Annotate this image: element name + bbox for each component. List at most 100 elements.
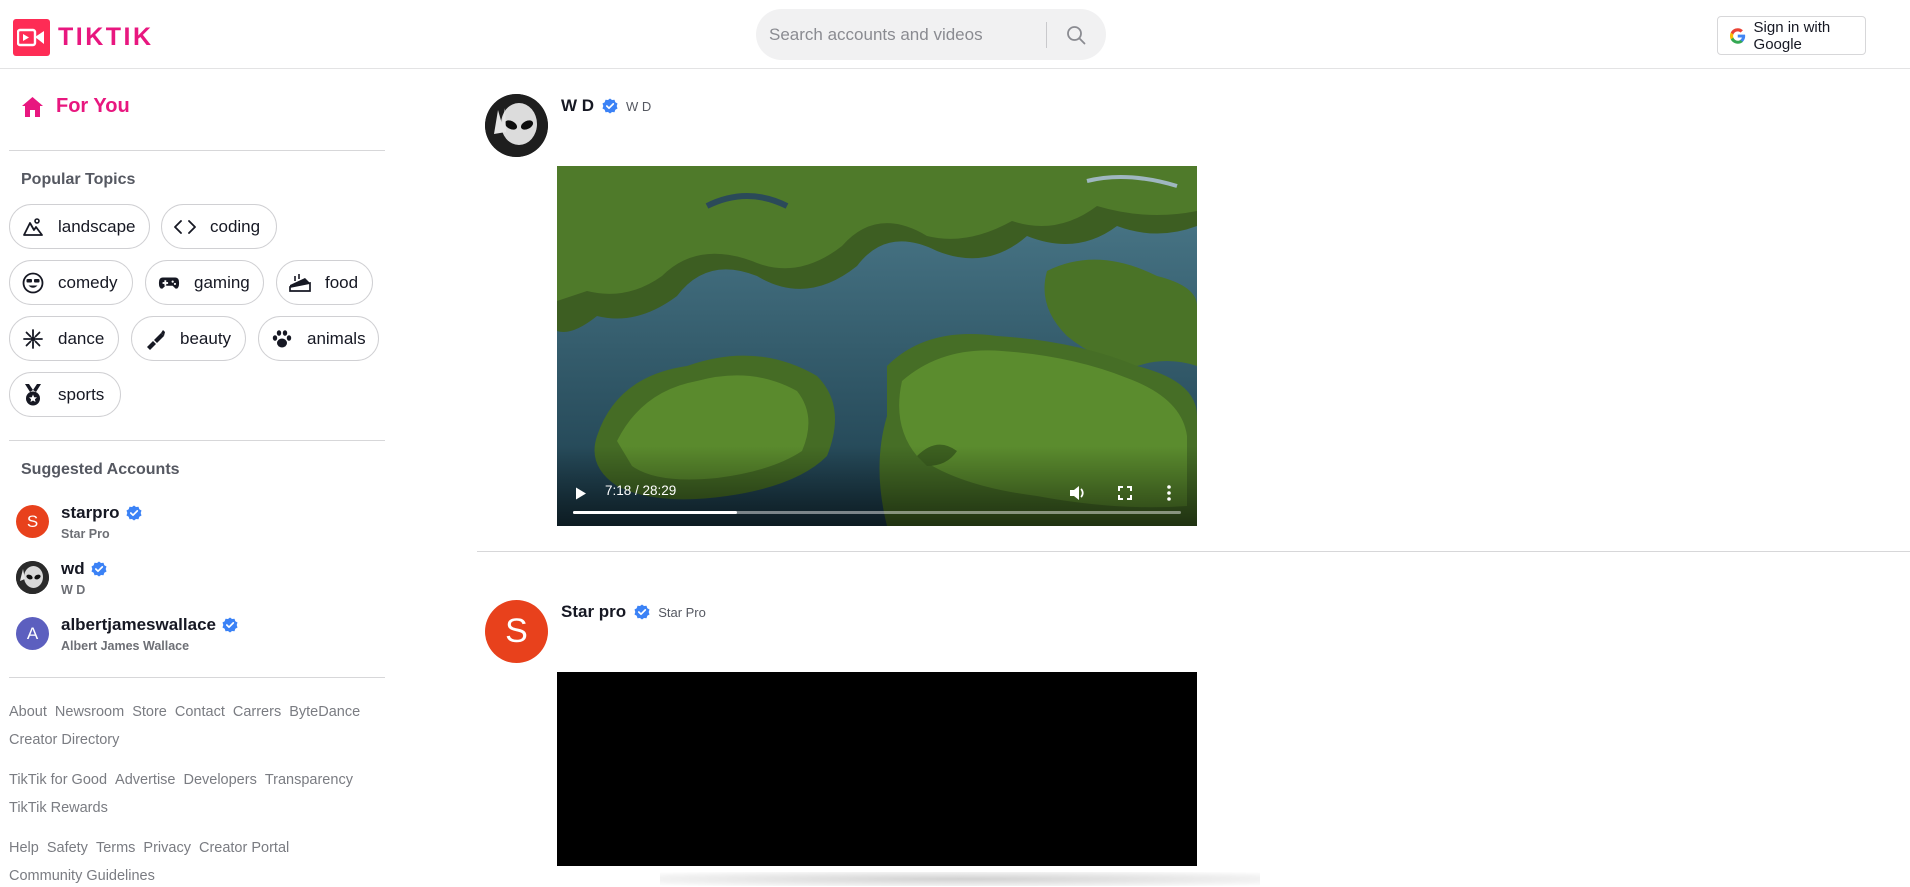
search-icon (1067, 25, 1086, 44)
avatar: A (16, 617, 49, 650)
search-input[interactable] (756, 9, 1046, 60)
suggested-account-albertjameswallace[interactable]: A albertjameswallace Albert James Wallac… (16, 615, 238, 653)
verified-icon (126, 505, 142, 521)
video-camera-icon (13, 19, 50, 56)
logo-text: TIKTIK (58, 23, 154, 51)
post-header-starpro: Star pro Star Pro (561, 602, 706, 622)
footer-link-about[interactable]: About (9, 701, 47, 723)
post-avatar-starpro[interactable]: S (485, 600, 548, 663)
for-you-label: For You (56, 95, 130, 117)
footer-link-store[interactable]: Store (132, 701, 167, 723)
sidebar-divider (9, 440, 385, 441)
post-display-name[interactable]: Star pro (561, 602, 626, 622)
footer-link-safety[interactable]: Safety (47, 837, 88, 859)
bottom-shadow (660, 872, 1260, 886)
footer-link-carrers[interactable]: Carrers (233, 701, 281, 723)
popular-topics-title: Popular Topics (21, 171, 136, 188)
video-time: 7:18 / 28:29 (605, 483, 677, 498)
topic-gaming[interactable]: gaming (145, 260, 264, 305)
topic-label: beauty (180, 328, 232, 348)
footer-link-creator-directory[interactable]: Creator Directory (9, 729, 119, 751)
topic-dance[interactable]: dance (9, 316, 119, 361)
video-progress-fill (573, 511, 738, 514)
tiktik-logo[interactable]: TIKTIK (13, 19, 154, 56)
suggested-accounts-title: Suggested Accounts (21, 461, 180, 478)
verified-icon (91, 561, 107, 577)
post-display-name[interactable]: W D (561, 96, 594, 116)
volume-icon[interactable] (1069, 485, 1087, 501)
avatar: S (16, 505, 49, 538)
search-button[interactable] (1047, 9, 1105, 60)
topic-label: dance (58, 328, 105, 348)
footer-link-advertise[interactable]: Advertise (115, 769, 175, 791)
fullscreen-icon[interactable] (1118, 486, 1132, 500)
footer-link-help[interactable]: Help (9, 837, 39, 859)
account-name: W D (61, 583, 86, 597)
suggested-account-starpro[interactable]: S starpro Star Pro (16, 503, 142, 541)
topic-landscape[interactable]: landscape (9, 204, 150, 249)
footer-link-contact[interactable]: Contact (175, 701, 225, 723)
topic-label: animals (307, 328, 366, 348)
signin-label: Sign in with Google (1753, 18, 1831, 53)
search-bar (756, 9, 1106, 60)
landscape-icon (22, 216, 44, 238)
video-player-starpro[interactable] (557, 672, 1197, 866)
alien-avatar-icon (16, 561, 49, 594)
footer-link-transparency[interactable]: Transparency (265, 769, 353, 791)
top-header: TIKTIK Sign in with Google (0, 0, 1910, 69)
nav-for-you[interactable]: For You (21, 95, 130, 118)
footer-link-developers[interactable]: Developers (183, 769, 256, 791)
gamepad-icon (158, 272, 180, 294)
topic-sports[interactable]: sports (9, 372, 121, 417)
footer-link-bytedance[interactable]: ByteDance (289, 701, 360, 723)
medal-icon (22, 383, 44, 406)
topic-label: landscape (58, 216, 136, 236)
account-name: Star Pro (61, 527, 110, 541)
topic-label: coding (210, 216, 261, 236)
post-header-wd: W D W D (561, 96, 651, 116)
home-icon (22, 96, 43, 117)
footer-link-privacy[interactable]: Privacy (143, 837, 191, 859)
video-controls: 7:18 / 28:29 (557, 446, 1197, 526)
google-signin-button[interactable]: Sign in with Google (1717, 16, 1866, 55)
footer-link-tiktik-for-good[interactable]: TikTik for Good (9, 769, 107, 791)
verified-icon (222, 617, 238, 633)
account-username: albertjameswallace (61, 615, 216, 634)
play-icon[interactable] (575, 487, 587, 500)
paw-icon (271, 328, 293, 350)
verified-icon (602, 98, 618, 114)
footer-link-creator-portal[interactable]: Creator Portal (199, 837, 289, 859)
video-progress-bar[interactable] (573, 511, 1181, 514)
sidebar: For You Popular Topics landscape coding … (0, 70, 390, 886)
post-username: Star Pro (658, 604, 706, 620)
topic-comedy[interactable]: comedy (9, 260, 133, 305)
topic-animals[interactable]: animals (258, 316, 379, 361)
topic-beauty[interactable]: beauty (131, 316, 246, 361)
footer-link-community-guidelines[interactable]: Community Guidelines (9, 865, 155, 887)
topic-coding[interactable]: coding (161, 204, 277, 249)
suggested-account-wd[interactable]: wd W D (16, 559, 107, 597)
sidebar-divider (9, 677, 385, 678)
cake-icon (289, 272, 311, 294)
account-username: starpro (61, 503, 120, 522)
footer-links-group-3: Help Safety Terms Privacy Creator Portal… (9, 837, 379, 887)
post-avatar-wd[interactable] (485, 94, 548, 157)
dance-icon (22, 328, 44, 350)
code-icon (174, 216, 196, 238)
topic-label: comedy (58, 272, 118, 292)
topic-food[interactable]: food (276, 260, 373, 305)
footer-links-group-1: About Newsroom Store Contact Carrers Byt… (9, 701, 379, 751)
account-username: wd (61, 559, 85, 578)
post-username: W D (626, 98, 652, 114)
footer-link-tiktik-rewards[interactable]: TikTik Rewards (9, 797, 108, 819)
alien-avatar-icon (485, 94, 548, 157)
verified-icon (634, 604, 650, 620)
topic-label: sports (58, 384, 105, 404)
video-player-wd[interactable]: 7:18 / 28:29 (557, 166, 1197, 526)
more-options-icon[interactable] (1167, 485, 1171, 501)
footer-link-newsroom[interactable]: Newsroom (55, 701, 124, 723)
footer-link-terms[interactable]: Terms (96, 837, 135, 859)
topic-label: food (325, 272, 359, 292)
laugh-icon (22, 272, 44, 294)
makeup-icon (144, 328, 166, 350)
